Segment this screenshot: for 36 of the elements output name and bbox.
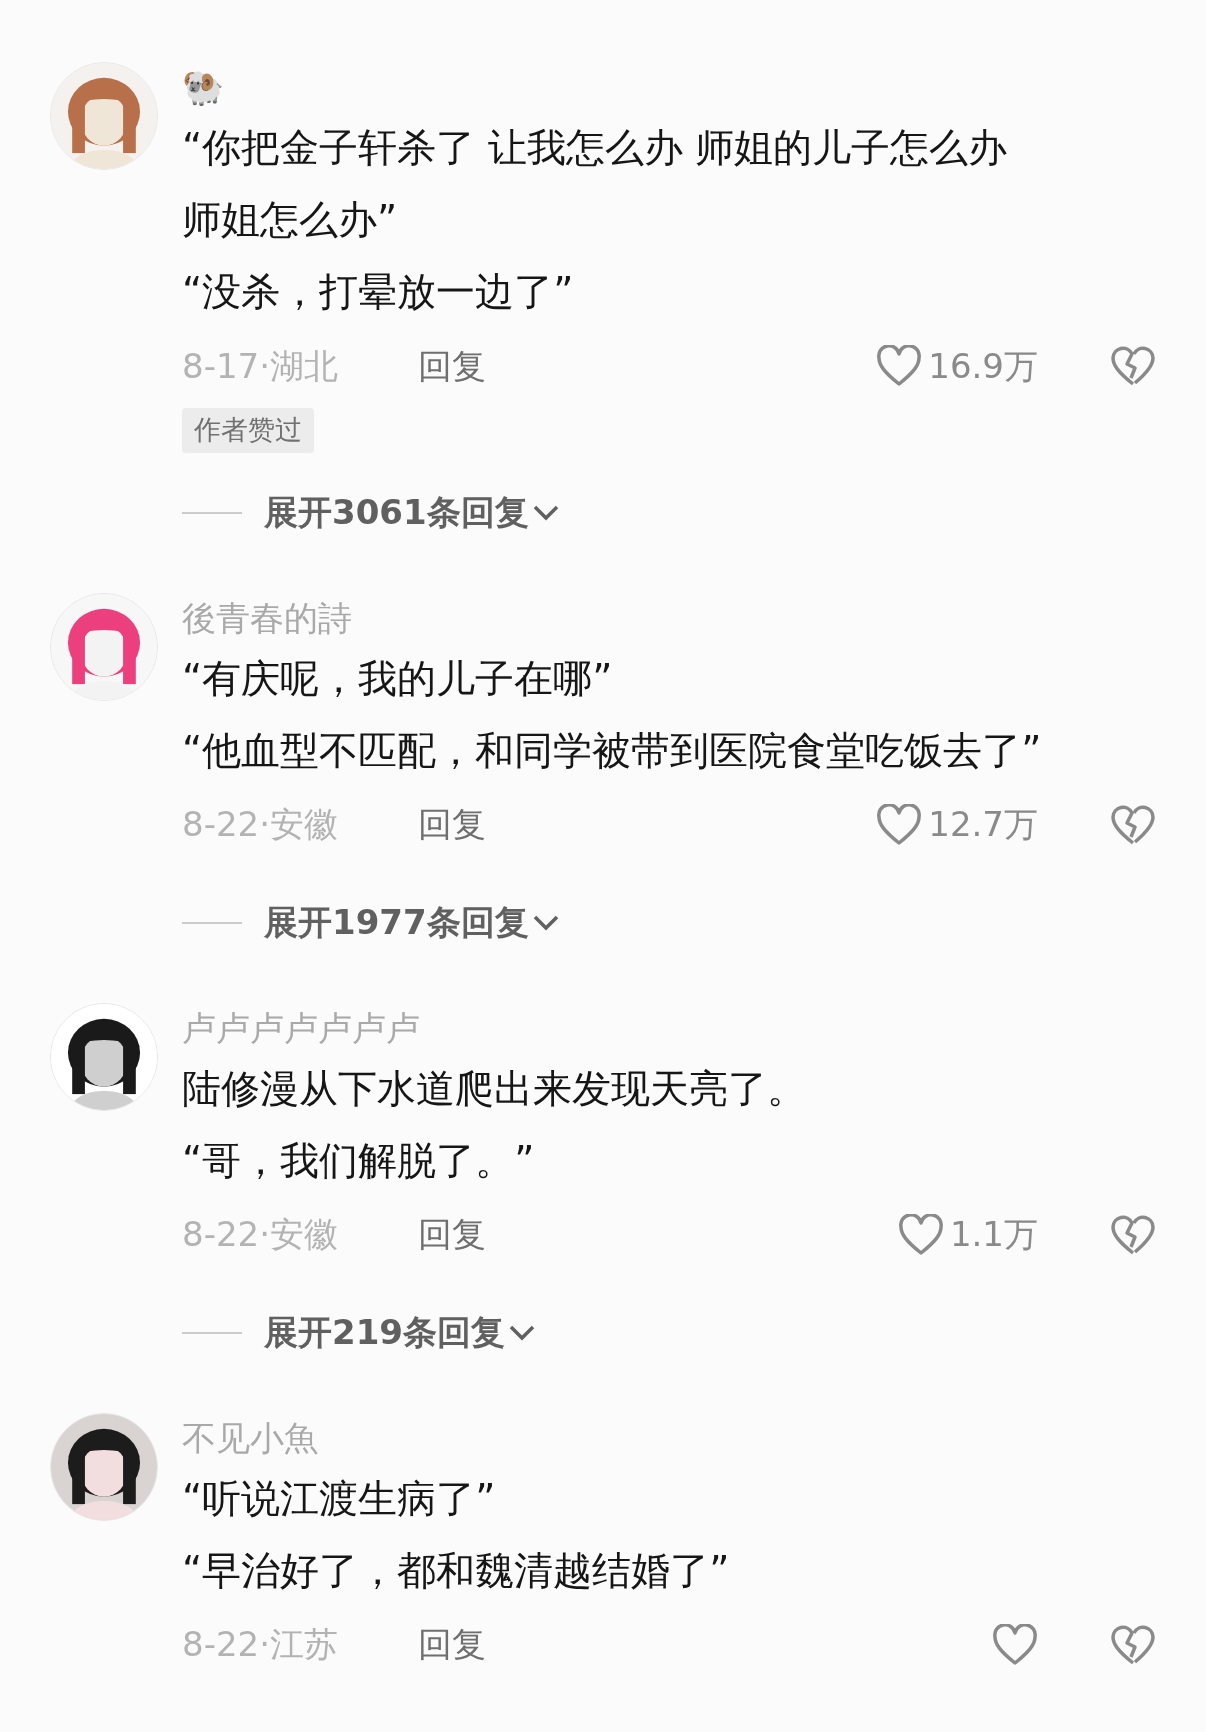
date-location: 8-22·安徽 [182,1213,339,1256]
reply-link[interactable]: 回复 [418,340,486,392]
broken-heart-icon[interactable] [1110,1623,1156,1666]
comment-text: 师姐怎么办” [182,197,398,242]
chevron-down-icon [509,1324,535,1341]
broken-heart-icon[interactable] [1110,803,1156,846]
expand-replies-button[interactable]: 展开1977条回复 [264,897,559,948]
expand-replies-button[interactable]: 展开219条回复 [264,1307,535,1358]
author-liked-tag: 作者赞过 [182,408,314,453]
like-count: 12.7万 [928,803,1038,846]
broken-heart-icon[interactable] [1110,1213,1156,1256]
expand-replies-button[interactable]: 展开3061条回复 [264,487,559,538]
reply-link[interactable]: 回复 [418,1209,486,1260]
comment-text: “听说江渡生病了” [182,1475,496,1521]
username[interactable]: 🐏 [182,67,224,107]
heart-icon[interactable] [876,345,923,387]
date-location: 8-17·湖北 [182,344,339,388]
comment-text: “没杀，打晕放一边了” [182,269,574,314]
reply-link[interactable]: 回复 [418,1619,486,1670]
comment-text: 陆修漫从下水道爬出来发现天亮了。 [182,1065,806,1111]
heart-icon[interactable] [876,803,923,846]
broken-heart-icon[interactable] [1110,345,1156,387]
comment-text: “他血型不匹配，和同学被带到医院食堂吃饭去了” [182,727,1042,773]
heart-icon[interactable] [992,1623,1038,1666]
like-count: 16.9万 [928,344,1038,388]
date-location: 8-22·江苏 [182,1623,339,1666]
like-count: 1.1万 [949,1213,1038,1256]
comment-text: “哥，我们解脱了。” [182,1137,535,1183]
heart-icon[interactable] [897,1213,944,1256]
chevron-down-icon [532,504,559,521]
comment-text: “有庆呢，我的儿子在哪” [182,655,613,701]
reply-link[interactable]: 回复 [418,799,486,850]
comment-text: “早治好了，都和魏清越结婚了” [182,1547,730,1593]
comment-text: “你把金子轩杀了 让我怎么办 师姐的儿子怎么办 [182,125,1007,170]
chevron-down-icon [532,914,559,931]
date-location: 8-22·安徽 [182,803,339,846]
